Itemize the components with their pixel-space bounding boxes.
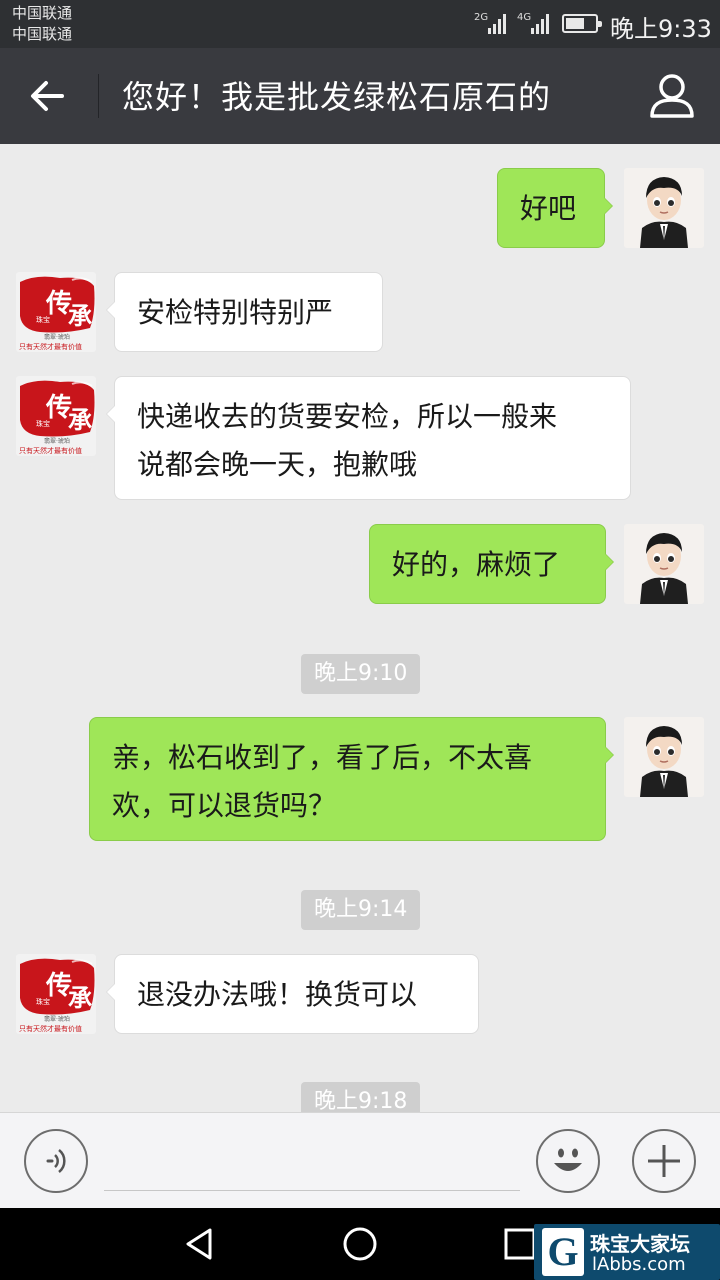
my-avatar[interactable] xyxy=(624,717,704,797)
watermark: G 珠宝大家坛 lAbbs.com xyxy=(534,1224,720,1280)
chat-messages[interactable]: 好吧 传承珠宝 翡翠·琥珀 只有天然才最有价值 安检特别特别严 传承珠宝 翡翠·琥珀只… xyxy=(0,144,720,1112)
cartoon-man-avatar-icon xyxy=(624,717,704,797)
network-type-2: 4G xyxy=(517,12,532,23)
watermark-url: lAbbs.com xyxy=(592,1254,686,1275)
contact-avatar[interactable]: 传承珠宝 翡翠·琥珀 只有天然才最有价值 xyxy=(16,376,96,456)
message-bubble-outgoing[interactable]: 亲，松石收到了，看了后，不太喜 欢，可以退货吗？ xyxy=(89,717,614,841)
more-options-button[interactable] xyxy=(632,1129,696,1193)
chat-title: 您好！我是批发绿松石原石的 xyxy=(122,78,552,116)
voice-icon xyxy=(46,1149,66,1173)
nav-home-button[interactable] xyxy=(338,1222,382,1266)
watermark-title: 珠宝大家坛 xyxy=(590,1232,690,1256)
carrier-name-2: 中国联通 xyxy=(12,25,73,43)
arrow-left-icon xyxy=(31,81,64,111)
contact-avatar[interactable]: 传承珠宝 翡翠·琥珀 只有天然才最有价值 xyxy=(16,272,96,352)
message-text: 好的，麻烦了 xyxy=(392,548,561,581)
carrier-name-1: 中国联通 xyxy=(12,4,73,22)
emoji-icon xyxy=(554,1148,582,1171)
svg-text:只有天然才最有价值: 只有天然才最有价值 xyxy=(19,1024,82,1033)
message-bubble-outgoing[interactable]: 好吧 xyxy=(497,168,613,248)
svg-text:珠宝: 珠宝 xyxy=(36,997,50,1006)
my-avatar[interactable] xyxy=(624,168,704,248)
message-text-line: 亲，松石收到了，看了后，不太喜 xyxy=(112,741,533,774)
contact-logo-image: 传承珠宝翡翠·琥珀只有天然才最有价值 xyxy=(16,954,96,1034)
message-text-line: 欢，可以退货吗？ xyxy=(112,789,337,822)
status-bar: 中国联通 中国联通 2G 4G 晚上9:33 xyxy=(0,0,720,48)
my-avatar[interactable] xyxy=(624,524,704,604)
voice-button[interactable] xyxy=(24,1129,88,1193)
timestamp: 晚上9:18 xyxy=(301,1082,421,1112)
svg-text:承: 承 xyxy=(68,301,92,330)
svg-text:只有天然才最有价值: 只有天然才最有价值 xyxy=(19,446,82,455)
status-time: 晚上9:33 xyxy=(610,15,712,43)
contact-logo-image: 传承珠宝翡翠·琥珀只有天然才最有价值 xyxy=(16,376,96,456)
message-text: 好吧 xyxy=(520,192,577,225)
svg-text:承: 承 xyxy=(68,983,92,1012)
circle-home-icon xyxy=(343,1227,377,1261)
timestamp: 晚上9:10 xyxy=(301,654,421,694)
message-input[interactable] xyxy=(104,1133,520,1191)
person-icon xyxy=(650,74,694,118)
message-bubble-incoming[interactable]: 快递收去的货要安检，所以一般来 说都会晚一天，抱歉哦 xyxy=(106,376,631,500)
network-type-1: 2G xyxy=(474,12,489,23)
signal-bars-icon-1 xyxy=(488,12,506,34)
back-button[interactable] xyxy=(20,70,76,122)
input-bar xyxy=(0,1112,720,1208)
contact-logo-image: 传承珠宝翡翠·琥珀只有天然才最有价值 xyxy=(16,272,96,352)
message-text: 退没办法哦！换货可以 xyxy=(137,978,418,1011)
svg-text:翡翠·琥珀: 翡翠·琥珀 xyxy=(44,437,70,445)
nav-back-button[interactable] xyxy=(178,1222,222,1266)
battery-icon xyxy=(562,14,602,33)
plus-icon xyxy=(648,1145,680,1177)
svg-text:只有天然才最有价值: 只有天然才最有价值 xyxy=(19,342,82,351)
cartoon-man-avatar-icon xyxy=(624,524,704,604)
cartoon-man-avatar-icon xyxy=(624,168,704,248)
signal-bars-icon-2 xyxy=(531,12,549,34)
message-text-line: 快递收去的货要安检，所以一般来 xyxy=(137,400,558,433)
message-text: 安检特别特别严 xyxy=(137,296,334,329)
contact-profile-button[interactable] xyxy=(644,70,700,122)
chat-header: 您好！我是批发绿松石原石的 xyxy=(0,48,720,144)
message-bubble-incoming[interactable]: 安检特别特别严 xyxy=(106,272,383,352)
message-bubble-outgoing[interactable]: 好的，麻烦了 xyxy=(369,524,614,604)
timestamp: 晚上9:14 xyxy=(301,890,421,930)
triangle-back-icon xyxy=(186,1228,212,1260)
watermark-logo: G xyxy=(542,1228,584,1276)
header-divider xyxy=(98,74,99,118)
svg-text:珠宝: 珠宝 xyxy=(36,419,50,428)
svg-text:珠宝: 珠宝 xyxy=(36,315,50,324)
svg-text:翡翠·琥珀: 翡翠·琥珀 xyxy=(44,333,70,341)
contact-avatar[interactable]: 传承珠宝 翡翠·琥珀 只有天然才最有价值 xyxy=(16,954,96,1034)
svg-text:翡翠·琥珀: 翡翠·琥珀 xyxy=(44,1015,70,1023)
message-text-line: 说都会晚一天，抱歉哦 xyxy=(137,448,418,481)
message-bubble-incoming[interactable]: 退没办法哦！换货可以 xyxy=(106,954,479,1034)
svg-text:承: 承 xyxy=(68,405,92,434)
emoji-button[interactable] xyxy=(536,1129,600,1193)
